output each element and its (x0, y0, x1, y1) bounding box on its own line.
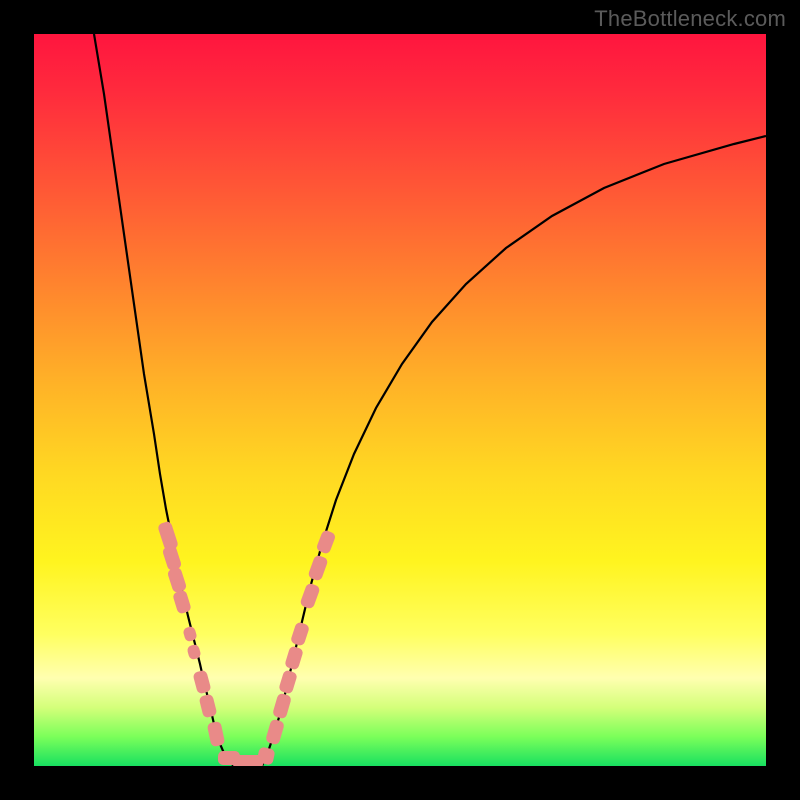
left-branch-curve (94, 34, 234, 766)
data-marker (192, 670, 211, 695)
data-marker (182, 626, 197, 643)
data-marker (167, 566, 188, 593)
data-marker (199, 694, 218, 719)
curve-layer (34, 34, 766, 766)
plot-area (34, 34, 766, 766)
data-marker (172, 589, 192, 614)
data-marker (207, 721, 226, 747)
outer-frame: TheBottleneck.com (0, 0, 800, 800)
watermark-text: TheBottleneck.com (594, 6, 786, 32)
data-marker (272, 693, 292, 720)
data-marker (284, 645, 304, 670)
data-marker (278, 669, 298, 694)
data-marker (162, 544, 183, 571)
right-branch-curve (262, 136, 766, 766)
data-marker (290, 621, 310, 646)
marker-group (157, 521, 336, 766)
data-marker (265, 719, 285, 746)
data-marker (316, 529, 337, 555)
data-marker (307, 554, 328, 581)
data-marker (299, 582, 320, 609)
